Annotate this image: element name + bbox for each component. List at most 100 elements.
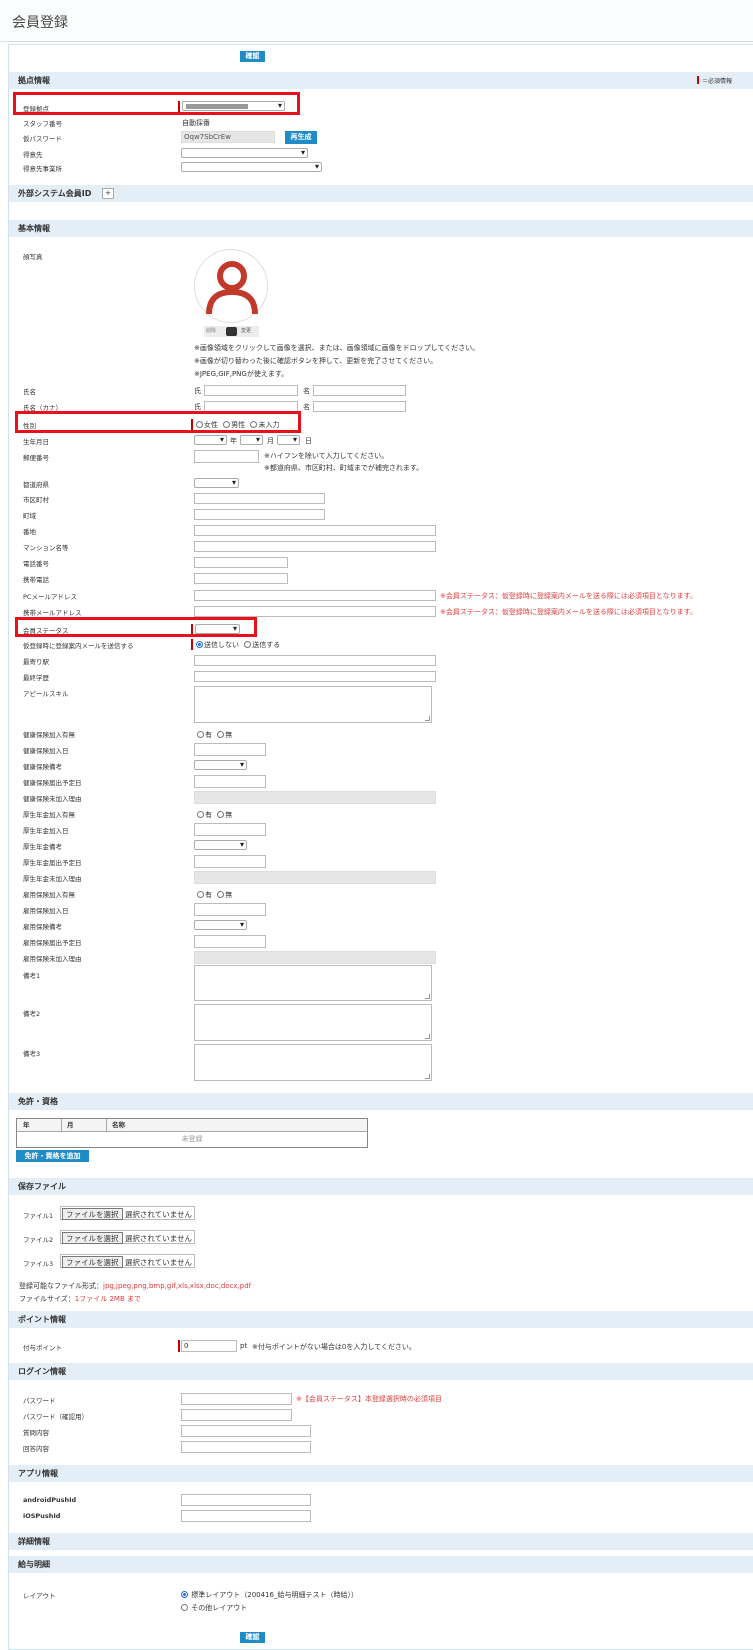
points-input[interactable]: 0 — [181, 1340, 237, 1352]
city-input[interactable] — [194, 493, 325, 504]
birth-year-select[interactable] — [194, 435, 227, 445]
employment-reason-input[interactable] — [194, 951, 436, 964]
layout-option-standard: 標準レイアウト（200416_給与明細テスト（時給）） — [181, 1590, 358, 1600]
health-ins-date-input[interactable] — [194, 743, 266, 756]
layout-other-radio[interactable] — [181, 1603, 188, 1611]
pension-label: 厚生年金加入有無 — [23, 811, 75, 819]
appeal-textarea[interactable] — [194, 686, 432, 723]
given-name-input[interactable] — [313, 385, 406, 396]
highlight-registration-base — [13, 92, 300, 115]
confirm-button-top[interactable]: 確認 — [240, 51, 265, 62]
health-ins-note-select[interactable] — [194, 760, 247, 770]
file3-choose-button[interactable]: ファイルを選択 — [62, 1256, 123, 1268]
health-ins-no-radio[interactable] — [217, 730, 225, 738]
regenerate-button[interactable]: 再生成 — [285, 131, 317, 144]
ios-pushid-input[interactable] — [181, 1510, 311, 1522]
education-input[interactable] — [194, 671, 436, 682]
android-pushid-input[interactable] — [181, 1494, 311, 1506]
employment-date-label: 雇用保険加入日 — [23, 907, 69, 915]
building-input[interactable] — [194, 541, 436, 552]
surname-input[interactable] — [204, 385, 298, 396]
section-basic-info: 基本情報 — [9, 220, 753, 237]
camera-icon[interactable] — [226, 327, 237, 336]
given-prefix: 名 — [303, 387, 310, 395]
employment-date-input[interactable] — [194, 903, 266, 916]
file1-status: 選択されていません — [124, 1210, 192, 1219]
phone-label: 電話番号 — [23, 560, 49, 568]
send-mail-no-radio[interactable] — [196, 640, 203, 648]
health-ins-reason-label: 健康保険未加入理由 — [23, 795, 82, 803]
layout-option-other: その他レイアウト — [181, 1603, 247, 1613]
pension-yes-radio[interactable] — [197, 810, 204, 818]
employment-sched-input[interactable] — [194, 935, 266, 948]
pension-reason-input[interactable] — [194, 871, 436, 884]
health-ins-yes-radio[interactable] — [197, 730, 204, 738]
remark1-label: 備考1 — [23, 972, 41, 980]
birth-day-select[interactable] — [277, 435, 300, 445]
password-input[interactable] — [181, 1393, 292, 1405]
photo-change-button[interactable]: 変更 — [241, 326, 251, 337]
file3-picker[interactable]: ファイルを選択 選択されていません — [60, 1254, 195, 1268]
client-office-select[interactable] — [181, 162, 322, 172]
file1-picker[interactable]: ファイルを選択 選択されていません — [60, 1206, 195, 1220]
add-license-button[interactable]: 免許・資格を追加 — [16, 1150, 89, 1162]
license-empty: 未登録 — [181, 1135, 203, 1143]
page-title: 会員登録 — [12, 15, 68, 31]
pc-mail-input[interactable] — [194, 590, 436, 601]
remark3-textarea[interactable] — [194, 1044, 432, 1081]
layout-standard-radio[interactable] — [181, 1590, 188, 1598]
birth-month-select[interactable] — [240, 435, 263, 445]
postal-input[interactable] — [194, 450, 259, 463]
pension-no-radio[interactable] — [217, 810, 225, 818]
section-points: ポイント情報 — [9, 1311, 753, 1328]
employment-note-select[interactable] — [194, 920, 247, 930]
answer-input[interactable] — [181, 1441, 311, 1453]
phone-input[interactable] — [194, 557, 288, 568]
photo-delete-button[interactable]: 削除 — [206, 326, 216, 337]
employment-no-radio[interactable] — [217, 890, 225, 898]
health-ins-sched-input[interactable] — [194, 775, 266, 788]
prefecture-select[interactable] — [194, 478, 239, 488]
health-ins-reason-input[interactable] — [194, 791, 436, 804]
nearest-station-input[interactable] — [194, 655, 436, 666]
question-label: 質問内容 — [23, 1429, 49, 1437]
file1-label: ファイル1 — [23, 1212, 54, 1220]
photo-upload-area[interactable] — [194, 249, 268, 323]
remark2-textarea[interactable] — [194, 1004, 432, 1041]
mobile-mail-input[interactable] — [194, 606, 436, 617]
temp-password-field[interactable]: Oqw7SbCrEw — [181, 131, 275, 143]
pension-note-label: 厚生年金備考 — [23, 843, 62, 851]
file2-choose-button[interactable]: ファイルを選択 — [62, 1232, 123, 1244]
pension-note-select[interactable] — [194, 840, 247, 850]
file1-choose-button[interactable]: ファイルを選択 — [62, 1208, 123, 1220]
appeal-label: アピールスキル — [23, 690, 69, 698]
mobile-input[interactable] — [194, 573, 288, 584]
send-mail-yes-radio[interactable] — [244, 640, 252, 648]
section-license: 免許・資格 — [9, 1093, 753, 1110]
password-confirm-label: パスワード（確認用） — [23, 1413, 88, 1421]
staff-no-value: 自動採番 — [182, 119, 210, 127]
pension-sched-input[interactable] — [194, 855, 266, 868]
section-salary: 給与明細 — [9, 1556, 753, 1573]
ios-pushid-label: iOSPushId — [23, 1512, 61, 1520]
employment-options: 有 無 — [197, 890, 232, 900]
file2-picker[interactable]: ファイルを選択 選択されていません — [60, 1230, 195, 1244]
health-ins-sched-label: 健康保険届出予定日 — [23, 779, 82, 787]
given-name-kana-input[interactable] — [313, 401, 406, 412]
page-header: 会員登録 — [0, 0, 753, 42]
remark1-textarea[interactable] — [194, 965, 432, 1001]
required-marker — [697, 76, 699, 84]
client-select[interactable] — [181, 148, 308, 158]
add-external-id-button[interactable]: + — [102, 188, 114, 199]
address-input[interactable] — [194, 525, 436, 536]
town-input[interactable] — [194, 509, 325, 520]
section-files: 保存ファイル — [9, 1178, 753, 1195]
password-confirm-input[interactable] — [181, 1409, 292, 1421]
required-bar — [191, 639, 193, 650]
confirm-button-bottom[interactable]: 確認 — [240, 1632, 265, 1643]
given-kana-prefix: 名 — [303, 403, 310, 411]
employment-yes-radio[interactable] — [197, 890, 204, 898]
license-table-header: 年 月 名称 — [17, 1119, 367, 1132]
question-input[interactable] — [181, 1425, 311, 1437]
pension-date-input[interactable] — [194, 823, 266, 836]
